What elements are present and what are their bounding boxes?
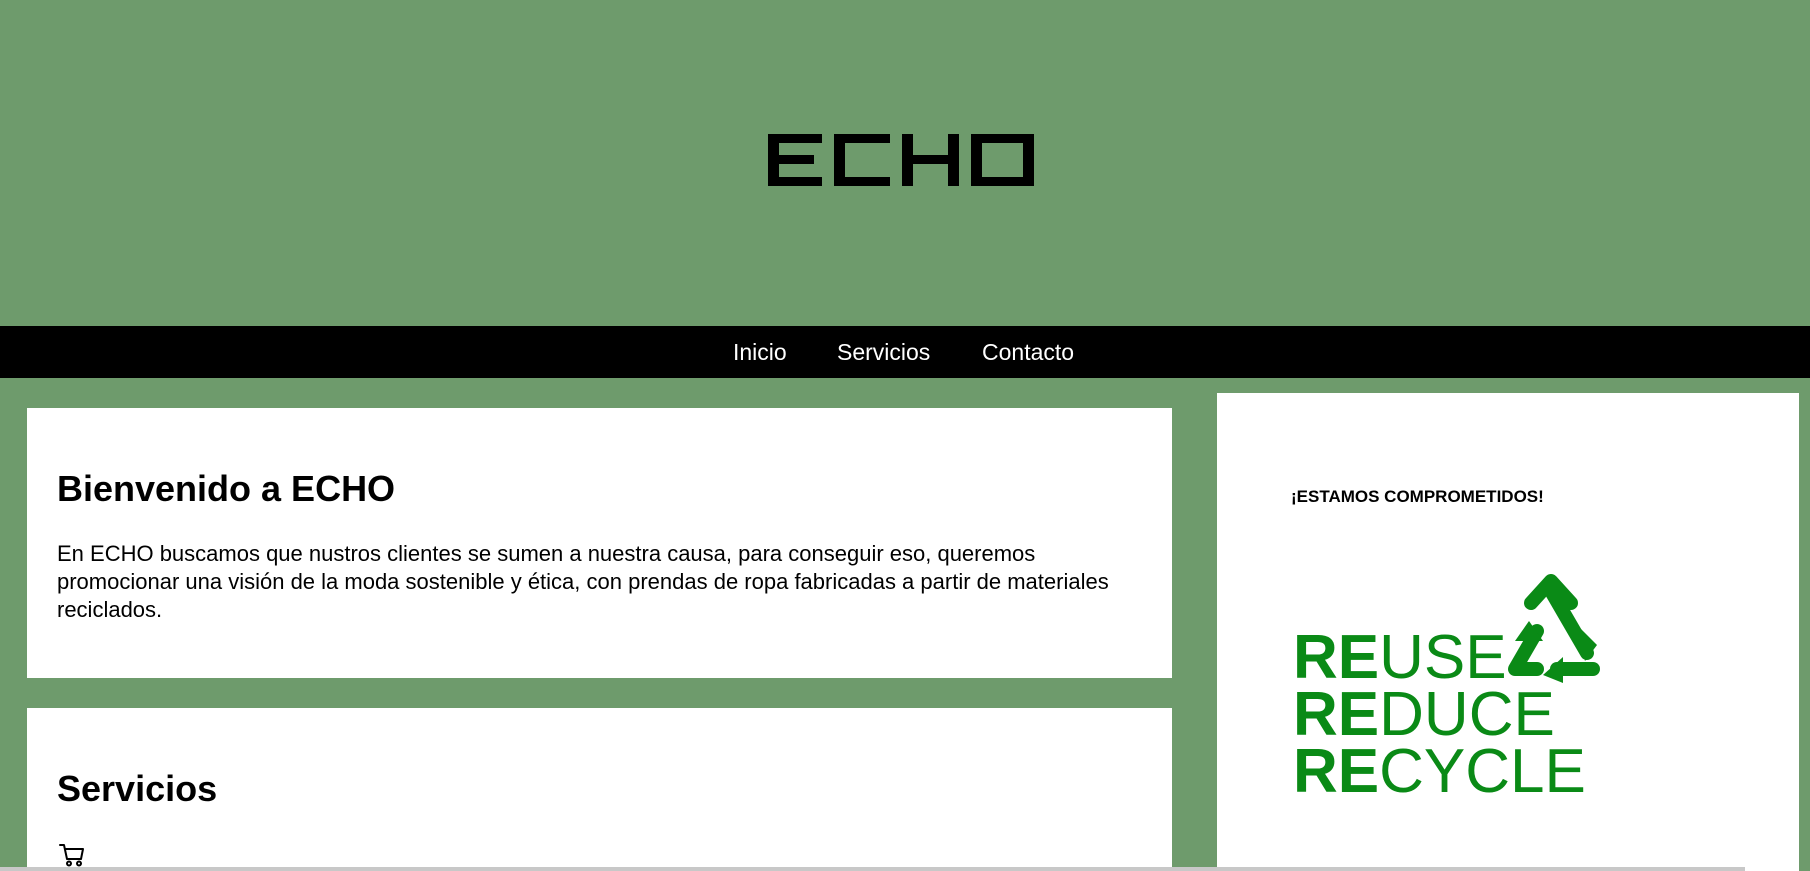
logo-wordmark [768, 134, 1034, 186]
welcome-title: Bienvenido a ECHO [57, 468, 396, 509]
horizontal-scrollbar[interactable] [0, 867, 1745, 871]
nav-inicio[interactable]: Inicio [733, 326, 787, 378]
cart-icon [59, 844, 84, 867]
sidebar-title: ¡ESTAMOS COMPROMETIDOS! [1291, 487, 1544, 506]
services-title: Servicios [57, 768, 218, 809]
welcome-text: En ECHO buscamos que nustros clientes se… [57, 541, 1109, 622]
nav-contacto[interactable]: Contacto [982, 326, 1074, 378]
nav-servicios[interactable]: Servicios [837, 326, 930, 378]
main-nav: Inicio Servicios Contacto [0, 326, 1810, 378]
reuse-reduce-recycle-image: REUSE REDUCE RECYCLE [1293, 574, 1600, 798]
services-section: Servicios [27, 708, 1172, 871]
sidebar: ¡ESTAMOS COMPROMETIDOS! REUSE REDUCE REC… [1217, 393, 1799, 871]
site-logo[interactable]: ECHO [768, 134, 1034, 186]
welcome-section: Bienvenido a ECHO En ECHO buscamos que n… [27, 408, 1172, 678]
recycle-line: RECYCLE [1293, 737, 1586, 798]
site-header: ECHO [0, 0, 1810, 326]
